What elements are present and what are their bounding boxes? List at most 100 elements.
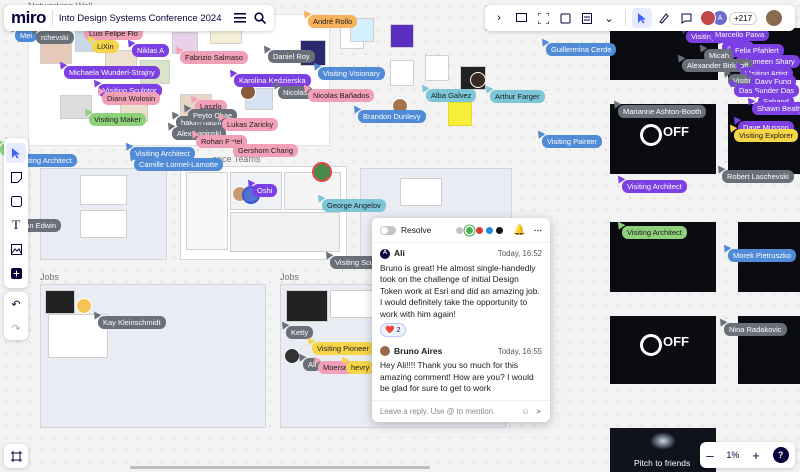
send-icon[interactable]: ➤ — [535, 407, 542, 416]
select-cursor-icon[interactable] — [6, 143, 26, 163]
heart-icon: ❤️ — [385, 325, 395, 334]
frames-icon — [6, 446, 26, 466]
color-swatch-gray[interactable] — [456, 226, 464, 234]
collaborator-count[interactable]: +217 — [729, 11, 758, 25]
color-swatch-red[interactable] — [476, 226, 484, 234]
collaborator-name: Das Sunder Das — [739, 86, 795, 95]
collaborator-cursor: Visiting Painter — [542, 135, 602, 148]
collaborator-name: Felix Pfahlert — [735, 46, 779, 55]
avatar[interactable] — [765, 9, 784, 27]
collaborator-name: Alba Galvez — [431, 91, 472, 100]
miro-logo[interactable]: miro — [11, 8, 46, 28]
collaborator-cursor: Brandon Dunlevy — [358, 110, 426, 123]
left-toolbar: T — [4, 138, 28, 288]
collaborator-name: Lukas Zaricky — [227, 120, 274, 129]
collaborator-name: Nina Radakovic — [729, 325, 782, 334]
select-cursor-icon[interactable] — [632, 8, 652, 28]
sticky-note-icon[interactable] — [6, 167, 26, 187]
color-swatch-green[interactable] — [466, 226, 474, 234]
collaborator-name: hevry — [351, 363, 370, 372]
undo-redo: ↶ ↷ — [4, 292, 28, 340]
comment-text: Hey Ali!!!! Thank you so much for this a… — [380, 360, 534, 393]
zoom-level[interactable]: 1% — [726, 450, 739, 460]
collaboration-toolbar: › ⌄ A +217 — [485, 5, 795, 31]
collaborator-cursor: hevry — [346, 361, 375, 374]
logo-o-icon — [640, 334, 662, 356]
collaborator-name: André Rollo — [313, 17, 353, 26]
board-header: miro Into Design Systems Conference 2024 — [4, 5, 274, 31]
chevron-right-icon[interactable]: › — [489, 8, 509, 28]
text-icon[interactable]: T — [6, 215, 26, 235]
collaborator-cursor: André Rollo — [308, 15, 358, 28]
timer-icon[interactable] — [555, 8, 575, 28]
collaborator-name: Visiting Explorer — [739, 131, 794, 140]
reaction-count: 2 — [396, 325, 401, 334]
help-button[interactable]: ? — [772, 447, 789, 463]
avatar — [312, 162, 332, 182]
more-options-icon[interactable]: ⋯ — [534, 225, 542, 235]
collaborator-name: Guillermina Cerde — [551, 45, 612, 54]
shape-icon[interactable] — [6, 191, 26, 211]
collaborator-cursor: Visiting Visionary — [318, 67, 385, 80]
reply-input[interactable]: Leave a reply. Use @ to mention. — [380, 407, 495, 416]
collaborator-name: LiXin — [97, 42, 114, 51]
collaborator-cursor: Oshi — [252, 184, 278, 197]
jobs-left-card — [45, 290, 75, 314]
slide-off-1-text: OFF — [663, 124, 689, 139]
collaborator-cursor: Nicolas Bañados — [308, 89, 375, 102]
board-canvas[interactable]: Networking Wall ence Teams Jobs Jo — [0, 0, 800, 472]
emoji-icon[interactable]: ☺ — [521, 407, 529, 416]
image-icon[interactable] — [6, 239, 26, 259]
comment-time: Today, 16:52 — [497, 249, 542, 258]
collaborator-cursor: Visiting Architect — [622, 180, 687, 193]
side-frame-2-card — [400, 178, 442, 206]
reaction-badge[interactable]: ❤️ 2 — [380, 323, 406, 337]
collaborator-cursor: Diana Wolosin — [102, 92, 161, 105]
collaborator-name: Kay Kleinschmidt — [103, 318, 161, 327]
slide-off-2[interactable]: OFF — [610, 316, 716, 384]
zoom-out-button[interactable]: – — [706, 448, 713, 463]
collaborator-name: Nicolas Bañados — [313, 91, 370, 100]
collaborator-name: Shawn Bealty — [757, 104, 800, 113]
bell-icon[interactable]: 🔔 — [513, 225, 525, 236]
slide-off-2-text: OFF — [663, 334, 689, 349]
resolve-toggle[interactable] — [380, 225, 396, 235]
avatar — [76, 298, 92, 314]
color-swatch-blue[interactable] — [486, 226, 494, 234]
avatar — [380, 346, 390, 357]
comment-icon[interactable] — [676, 8, 696, 28]
redo-icon[interactable]: ↷ — [6, 318, 26, 338]
collaborator-name: Robert Laschevski — [727, 172, 789, 181]
horizontal-scrollbar[interactable] — [130, 466, 430, 469]
reactions-icon[interactable] — [654, 8, 674, 28]
frames-panel-button[interactable] — [4, 444, 28, 468]
chevron-down-icon[interactable]: ⌄ — [599, 8, 619, 28]
collaborator-name: Arthur Farger — [495, 92, 540, 101]
collaborator-name: Visiting Maker — [94, 115, 141, 124]
slide-pitch-text: Pitch to friends — [634, 458, 691, 468]
color-swatch-black[interactable] — [496, 226, 504, 234]
collaborator-cursor: Arthur Farger — [490, 90, 545, 103]
side-frame-1-card — [80, 175, 127, 205]
divider — [625, 10, 626, 26]
avatar[interactable] — [700, 10, 716, 26]
notes-icon[interactable] — [577, 8, 597, 28]
add-icon[interactable] — [6, 263, 26, 283]
undo-icon[interactable]: ↶ — [6, 294, 26, 314]
collaborator-name: George Angelov — [327, 201, 381, 210]
collaborator-name: Visiting Pioneer — [317, 344, 369, 353]
collaborator-name: Visiting Architect — [627, 228, 682, 237]
collaborator-cursor: rchevski — [36, 31, 74, 44]
logo-o-icon — [640, 124, 662, 146]
comment-time: Today, 16:55 — [497, 346, 542, 356]
comment-thread[interactable]: Resolve 🔔 ⋯ A Ali Today, 16:52 Bruno is … — [372, 218, 550, 422]
menu-icon[interactable] — [230, 8, 250, 28]
collaborator-cursor: Lukas Zaricky — [222, 118, 279, 131]
collaborator-name: Visiting Painter — [547, 137, 597, 146]
zoom-in-button[interactable]: + — [752, 448, 760, 463]
focus-icon[interactable] — [533, 8, 553, 28]
share-screen-icon[interactable] — [511, 8, 531, 28]
collaborator-name: Michaela Wunderl-Strajny — [69, 68, 155, 77]
search-icon[interactable] — [250, 8, 270, 28]
board-title[interactable]: Into Design Systems Conference 2024 — [59, 13, 222, 24]
